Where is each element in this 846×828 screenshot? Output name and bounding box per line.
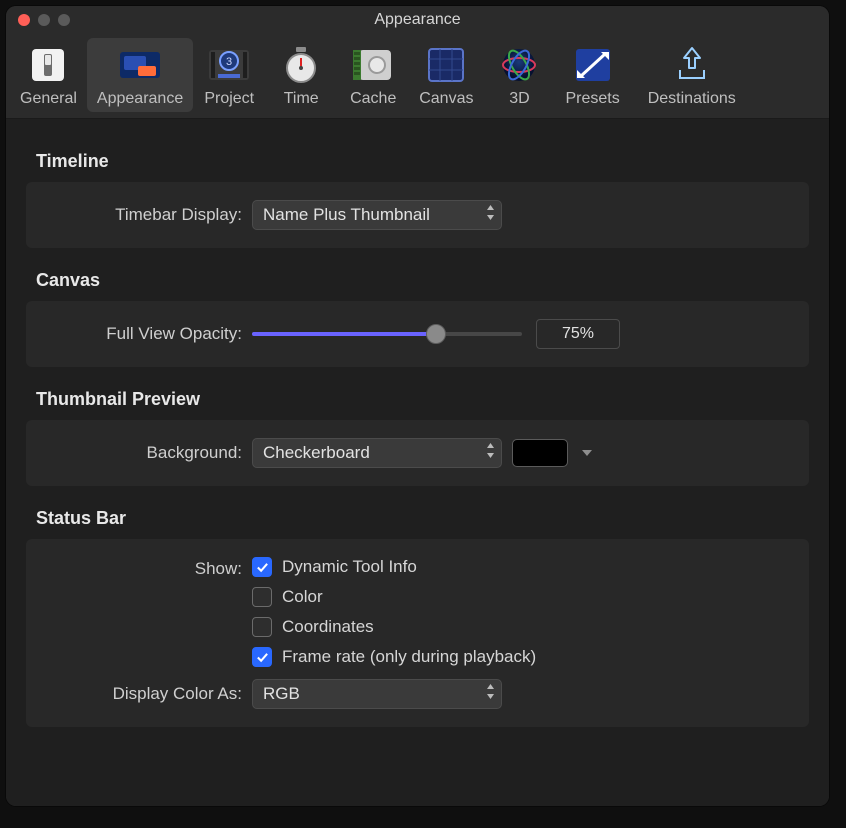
tab-label: Presets (565, 90, 619, 108)
checkbox-label: Dynamic Tool Info (282, 557, 417, 577)
updown-icon (486, 683, 495, 701)
tab-general[interactable]: General (10, 38, 87, 112)
general-icon (27, 44, 69, 86)
display-color-label: Display Color As: (42, 684, 242, 704)
tab-project[interactable]: 3 Project (193, 38, 265, 112)
tab-label: Destinations (648, 90, 736, 108)
preferences-toolbar: General Appearance 3 Project Time (6, 34, 829, 119)
canvas-icon (425, 44, 467, 86)
tab-time[interactable]: Time (265, 38, 337, 112)
section-title-thumbnail: Thumbnail Preview (36, 389, 809, 410)
tab-label: Cache (350, 90, 396, 108)
background-label: Background: (42, 443, 242, 463)
time-icon (280, 44, 322, 86)
project-icon: 3 (208, 44, 250, 86)
opacity-slider[interactable] (252, 324, 522, 344)
opacity-label: Full View Opacity: (42, 324, 242, 344)
tab-appearance[interactable]: Appearance (87, 38, 193, 112)
tab-label: Canvas (419, 90, 473, 108)
select-value: Name Plus Thumbnail (263, 205, 430, 225)
preferences-content: Timeline Timebar Display: Name Plus Thum… (6, 119, 829, 806)
timebar-display-select[interactable]: Name Plus Thumbnail (252, 200, 502, 230)
opacity-value[interactable]: 75% (536, 319, 620, 349)
cache-icon (352, 44, 394, 86)
titlebar: Appearance (6, 6, 829, 34)
checkbox-dynamic-tool-info[interactable] (252, 557, 272, 577)
chevron-down-icon[interactable] (578, 446, 592, 460)
tab-label: Project (204, 90, 254, 108)
tab-label: Time (284, 90, 319, 108)
select-value: Checkerboard (263, 443, 370, 463)
background-color-well[interactable] (512, 439, 568, 467)
destinations-icon (671, 44, 713, 86)
panel-canvas: Full View Opacity: 75% (26, 301, 809, 367)
preferences-window: Appearance General Appearance 3 Project (6, 6, 829, 806)
show-label: Show: (42, 559, 242, 579)
select-value: RGB (263, 684, 300, 704)
panel-thumbnail: Background: Checkerboard (26, 420, 809, 486)
checkbox-frame-rate[interactable] (252, 647, 272, 667)
checkbox-label: Coordinates (282, 617, 374, 637)
updown-icon (486, 442, 495, 460)
section-title-statusbar: Status Bar (36, 508, 809, 529)
section-title-canvas: Canvas (36, 270, 809, 291)
checkbox-color[interactable] (252, 587, 272, 607)
panel-timeline: Timebar Display: Name Plus Thumbnail (26, 182, 809, 248)
tab-label: General (20, 90, 77, 108)
svg-text:3: 3 (226, 56, 232, 68)
tab-canvas[interactable]: Canvas (409, 38, 483, 112)
tab-label: 3D (509, 90, 529, 108)
checkbox-label: Color (282, 587, 323, 607)
window-title: Appearance (6, 11, 829, 29)
section-title-timeline: Timeline (36, 151, 809, 172)
display-color-select[interactable]: RGB (252, 679, 502, 709)
panel-statusbar: Show: Dynamic Tool Info Color Coo (26, 539, 809, 727)
appearance-icon (119, 44, 161, 86)
presets-icon (572, 44, 614, 86)
tab-destinations[interactable]: Destinations (638, 38, 746, 112)
updown-icon (486, 204, 495, 222)
timebar-display-label: Timebar Display: (42, 205, 242, 225)
background-select[interactable]: Checkerboard (252, 438, 502, 468)
tab-3d[interactable]: 3D (483, 38, 555, 112)
3d-icon (498, 44, 540, 86)
checkbox-label: Frame rate (only during playback) (282, 647, 536, 667)
checkbox-coordinates[interactable] (252, 617, 272, 637)
tab-cache[interactable]: Cache (337, 38, 409, 112)
tab-presets[interactable]: Presets (555, 38, 629, 112)
tab-label: Appearance (97, 90, 183, 108)
